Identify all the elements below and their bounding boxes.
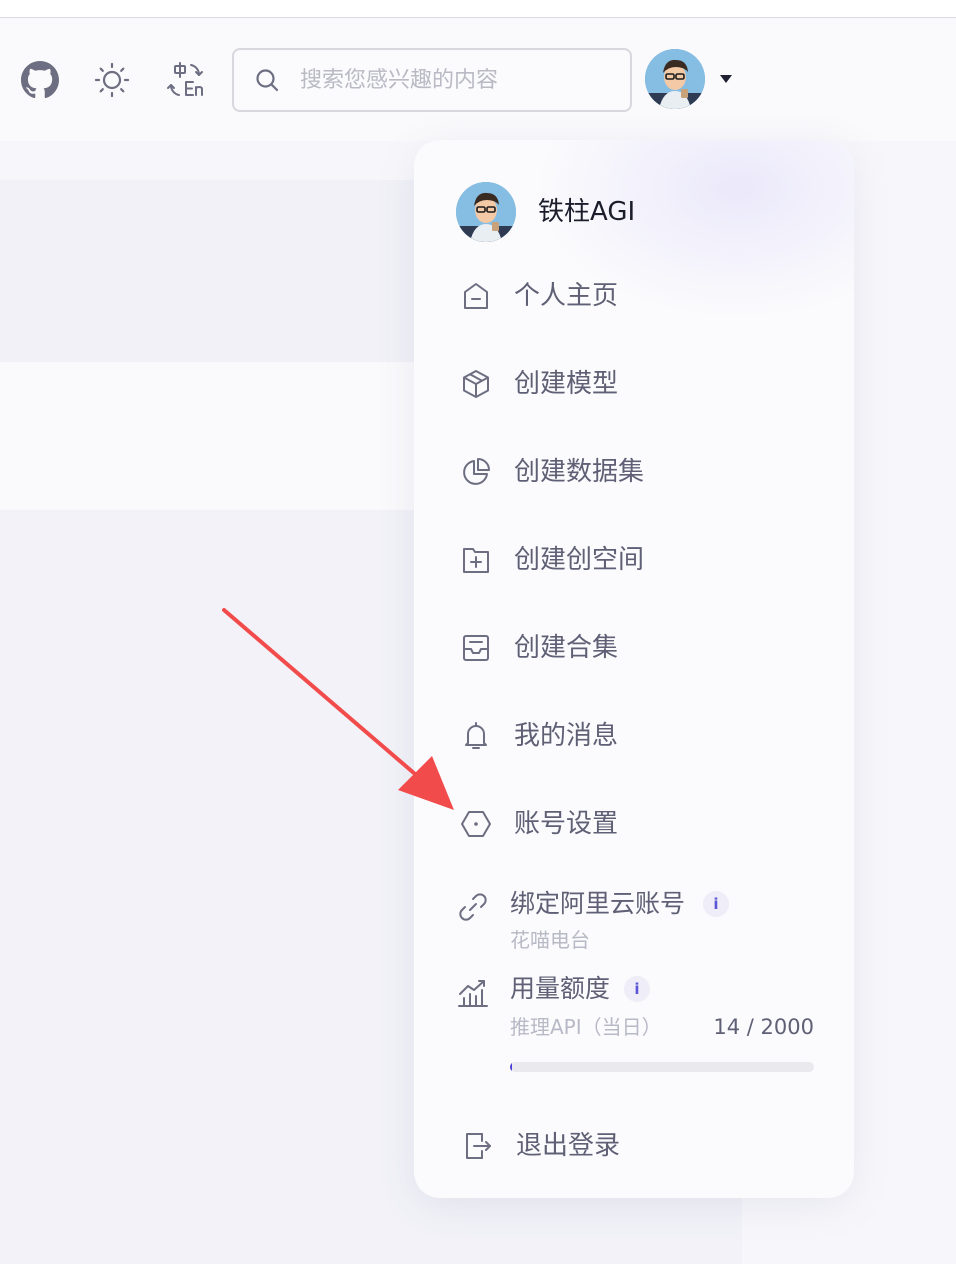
search-input[interactable] bbox=[300, 60, 620, 100]
github-icon bbox=[21, 61, 59, 99]
aliyun-account-name: 花喵电台 bbox=[510, 928, 590, 952]
theme-toggle-button[interactable] bbox=[92, 58, 132, 102]
menu-item-create-collection[interactable]: 创建合集 bbox=[414, 618, 854, 678]
bind-aliyun-account[interactable]: 绑定阿里云账号 i 花喵电台 bbox=[414, 882, 854, 962]
menu-item-create-model[interactable]: 创建模型 bbox=[414, 354, 854, 414]
info-icon[interactable]: i bbox=[624, 976, 650, 1002]
usage-progress-bar bbox=[510, 1062, 814, 1072]
settings-hexagon-icon bbox=[458, 806, 494, 842]
menu-item-create-space[interactable]: 创建创空间 bbox=[414, 530, 854, 590]
bind-aliyun-title: 绑定阿里云账号 bbox=[510, 889, 686, 918]
github-button[interactable] bbox=[20, 60, 60, 100]
menu-item-label: 创建创空间 bbox=[514, 545, 645, 575]
menu-item-label: 创建数据集 bbox=[514, 457, 645, 487]
content-band bbox=[0, 180, 420, 362]
link-icon bbox=[456, 890, 490, 924]
language-switch-icon bbox=[167, 62, 203, 96]
usage-count: 14 / 2000 bbox=[713, 1015, 814, 1039]
logout-button[interactable]: 退出登录 bbox=[414, 1116, 854, 1176]
pie-chart-icon bbox=[458, 454, 494, 490]
menu-item-label: 我的消息 bbox=[514, 721, 619, 751]
content-band bbox=[0, 362, 420, 510]
sun-icon bbox=[94, 62, 130, 98]
page: 铁柱AGI 个人主页 创建模型 bbox=[0, 0, 956, 1264]
usage-quota: 用量额度 i 推理API（当日） 14 / 2000 bbox=[414, 968, 854, 1078]
logout-icon bbox=[460, 1128, 496, 1164]
menu-item-profile[interactable]: 个人主页 bbox=[414, 266, 854, 326]
menu-item-label: 个人主页 bbox=[514, 281, 619, 311]
avatar-image bbox=[645, 49, 705, 109]
search-icon bbox=[256, 69, 279, 92]
cube-icon bbox=[458, 366, 494, 402]
username: 铁柱AGI bbox=[538, 197, 636, 227]
language-switch-button[interactable] bbox=[164, 60, 206, 100]
folder-plus-icon bbox=[458, 542, 494, 578]
menu-item-label: 退出登录 bbox=[516, 1131, 621, 1161]
menu-item-label: 创建合集 bbox=[514, 633, 619, 663]
bell-icon bbox=[458, 718, 494, 754]
info-icon[interactable]: i bbox=[703, 891, 729, 917]
menu-user-avatar bbox=[456, 182, 516, 242]
chevron-down-icon[interactable] bbox=[716, 70, 736, 86]
menu-item-messages[interactable]: 我的消息 bbox=[414, 706, 854, 766]
usage-label: 推理API（当日） bbox=[510, 1015, 662, 1039]
menu-item-label: 创建模型 bbox=[514, 369, 619, 399]
menu-item-create-dataset[interactable]: 创建数据集 bbox=[414, 442, 854, 502]
search-box[interactable] bbox=[232, 48, 632, 112]
growth-chart-icon bbox=[456, 976, 490, 1010]
usage-progress-fill bbox=[510, 1062, 513, 1072]
browser-top-bar bbox=[0, 0, 956, 18]
home-icon bbox=[458, 278, 494, 314]
menu-item-label: 账号设置 bbox=[514, 809, 619, 839]
user-dropdown-menu: 铁柱AGI 个人主页 创建模型 创建数据集 创建创空间 创建合集 我的消息 账号… bbox=[414, 140, 854, 1198]
menu-item-account-settings[interactable]: 账号设置 bbox=[414, 794, 854, 854]
inbox-icon bbox=[458, 630, 494, 666]
avatar-image bbox=[456, 182, 516, 242]
usage-title: 用量额度 bbox=[510, 974, 611, 1003]
user-avatar-button[interactable] bbox=[645, 49, 705, 109]
